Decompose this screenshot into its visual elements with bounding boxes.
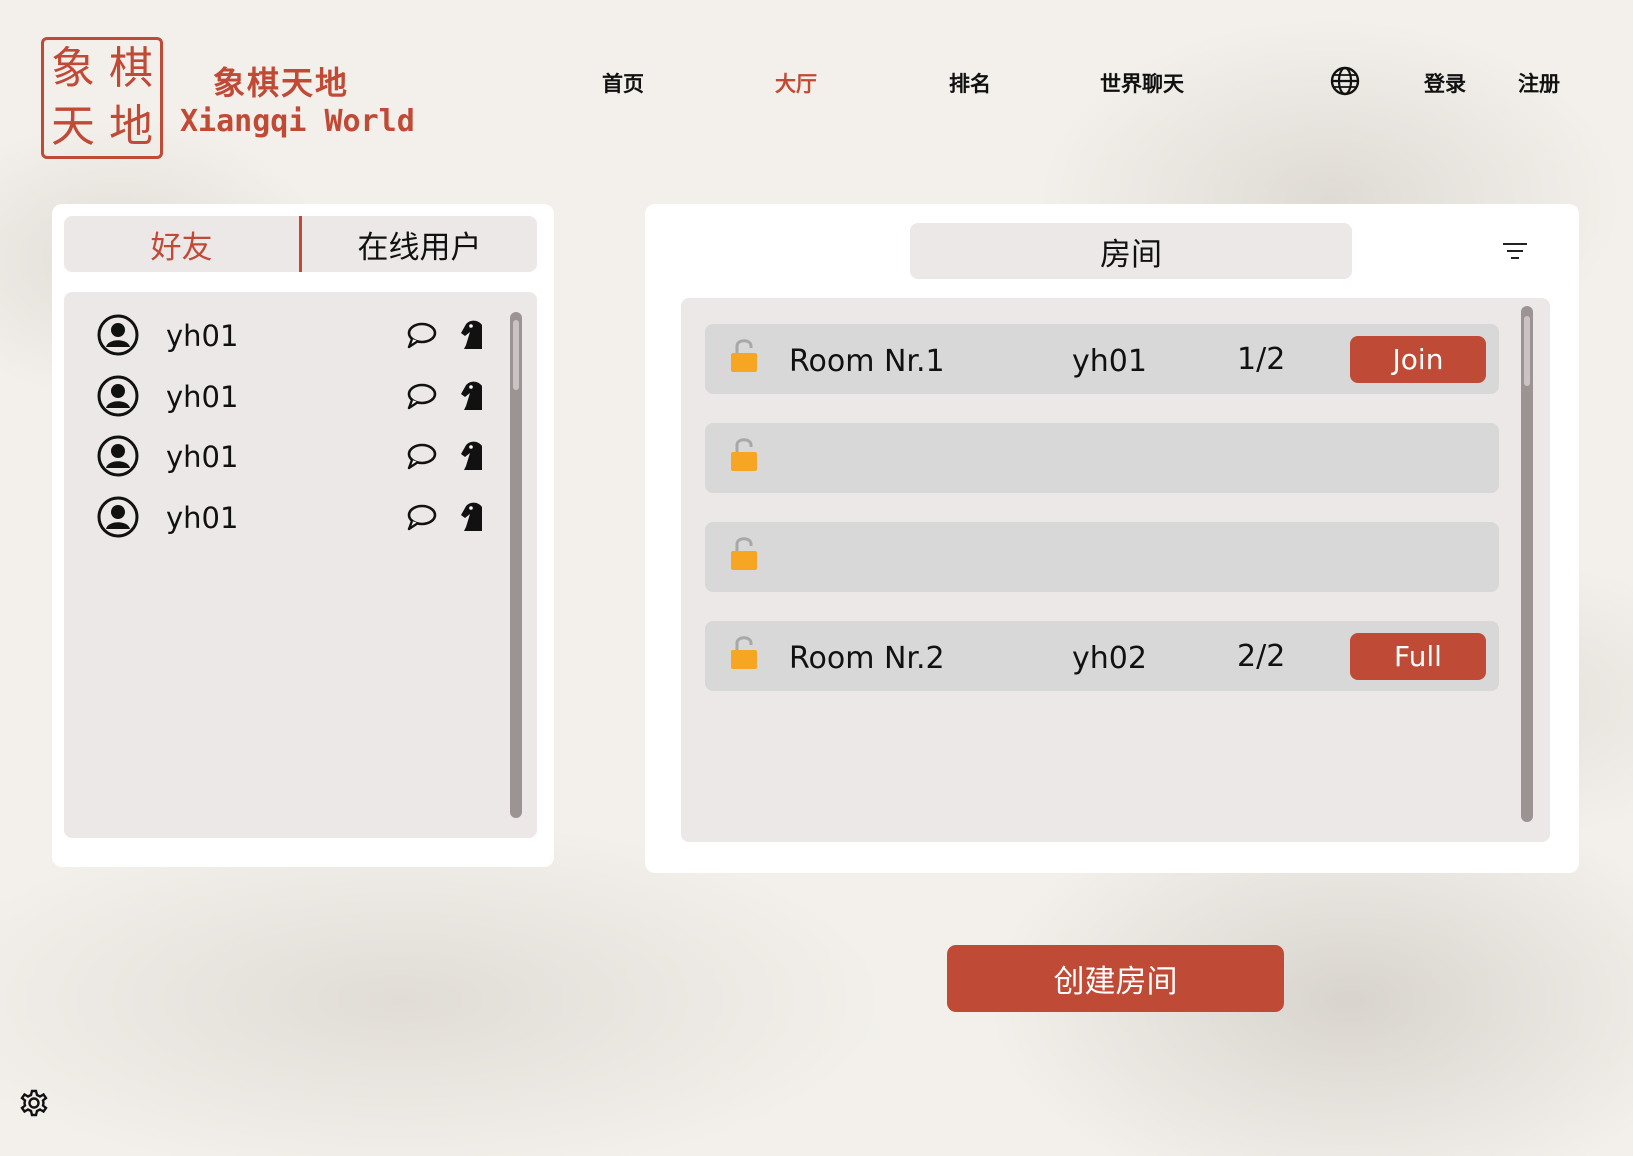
unlocked-padlock-icon bbox=[731, 339, 757, 372]
user-avatar-icon bbox=[97, 496, 139, 538]
friend-list-scrollbar[interactable] bbox=[510, 312, 522, 818]
user-avatar-icon bbox=[97, 435, 139, 477]
brand-title-cn: 象棋天地 bbox=[213, 64, 350, 102]
unlocked-padlock-icon bbox=[731, 537, 757, 570]
unlocked-padlock-icon bbox=[731, 636, 757, 669]
room-player-count: 1/2 bbox=[1237, 342, 1286, 377]
chat-bubble-icon[interactable] bbox=[406, 503, 438, 531]
room-list-scrollbar[interactable] bbox=[1521, 306, 1533, 822]
chess-knight-icon[interactable] bbox=[458, 378, 486, 412]
register-link[interactable]: 注册 bbox=[1518, 68, 1560, 98]
user-avatar-icon bbox=[97, 314, 139, 356]
tab-rooms[interactable]: 房间 bbox=[910, 223, 1352, 279]
nav-ranking[interactable]: 排名 bbox=[949, 68, 991, 98]
nav-home[interactable]: 首页 bbox=[602, 68, 644, 98]
room-host: yh02 bbox=[1072, 641, 1147, 676]
globe-icon[interactable] bbox=[1330, 66, 1360, 96]
friend-row: yh01 bbox=[64, 428, 504, 484]
login-link[interactable]: 登录 bbox=[1424, 68, 1466, 98]
filter-icon[interactable] bbox=[1501, 240, 1529, 262]
user-avatar-icon bbox=[97, 375, 139, 417]
seal-char: 天 bbox=[51, 101, 95, 152]
scrollbar-thumb[interactable] bbox=[1524, 316, 1530, 386]
tab-friends[interactable]: 好友 bbox=[64, 216, 299, 272]
chess-knight-icon[interactable] bbox=[458, 499, 486, 533]
friend-name: yh01 bbox=[166, 319, 239, 353]
rooms-panel: 房间 Room Nr.1 yh01 1/2 Join Room Nr.2 yh0… bbox=[645, 204, 1579, 873]
friend-row: yh01 bbox=[64, 368, 504, 424]
logo-seal: 象 棋 天 地 bbox=[41, 37, 163, 159]
friend-row: yh01 bbox=[64, 489, 504, 545]
nav-lobby[interactable]: 大厅 bbox=[775, 68, 817, 98]
nav-world-chat[interactable]: 世界聊天 bbox=[1100, 68, 1184, 98]
chess-knight-icon[interactable] bbox=[458, 438, 486, 472]
friend-row: yh01 bbox=[64, 307, 504, 363]
seal-char: 象 bbox=[51, 43, 95, 94]
chat-bubble-icon[interactable] bbox=[406, 442, 438, 470]
seal-char: 地 bbox=[109, 101, 153, 152]
chat-bubble-icon[interactable] bbox=[406, 321, 438, 349]
friend-list: yh01 yh01 yh01 yh01 bbox=[64, 292, 537, 838]
gear-icon[interactable] bbox=[19, 1088, 49, 1118]
friends-tabs: 好友 在线用户 bbox=[64, 216, 537, 272]
scrollbar-thumb[interactable] bbox=[513, 320, 519, 390]
seal-char: 棋 bbox=[109, 43, 153, 94]
full-button[interactable]: Full bbox=[1350, 633, 1486, 680]
chat-bubble-icon[interactable] bbox=[406, 382, 438, 410]
unlocked-padlock-icon bbox=[731, 438, 757, 471]
friend-name: yh01 bbox=[166, 501, 239, 535]
friend-name: yh01 bbox=[166, 380, 239, 414]
room-host: yh01 bbox=[1072, 344, 1147, 379]
room-list: Room Nr.1 yh01 1/2 Join Room Nr.2 yh02 2… bbox=[681, 298, 1550, 842]
friends-panel: 好友 在线用户 yh01 yh01 yh01 yh01 bbox=[52, 204, 554, 867]
room-name: Room Nr.2 bbox=[789, 641, 945, 676]
chess-knight-icon[interactable] bbox=[458, 317, 486, 351]
brand-title-en: Xiangqi World bbox=[180, 104, 415, 139]
friend-name: yh01 bbox=[166, 440, 239, 474]
room-row[interactable] bbox=[705, 423, 1499, 493]
tab-online-users[interactable]: 在线用户 bbox=[302, 216, 537, 272]
room-row[interactable]: Room Nr.1 yh01 1/2 Join bbox=[705, 324, 1499, 394]
create-room-button[interactable]: 创建房间 bbox=[947, 945, 1284, 1012]
room-name: Room Nr.1 bbox=[789, 344, 945, 379]
room-row[interactable]: Room Nr.2 yh02 2/2 Full bbox=[705, 621, 1499, 691]
room-player-count: 2/2 bbox=[1237, 639, 1286, 674]
join-button[interactable]: Join bbox=[1350, 336, 1486, 383]
room-row[interactable] bbox=[705, 522, 1499, 592]
